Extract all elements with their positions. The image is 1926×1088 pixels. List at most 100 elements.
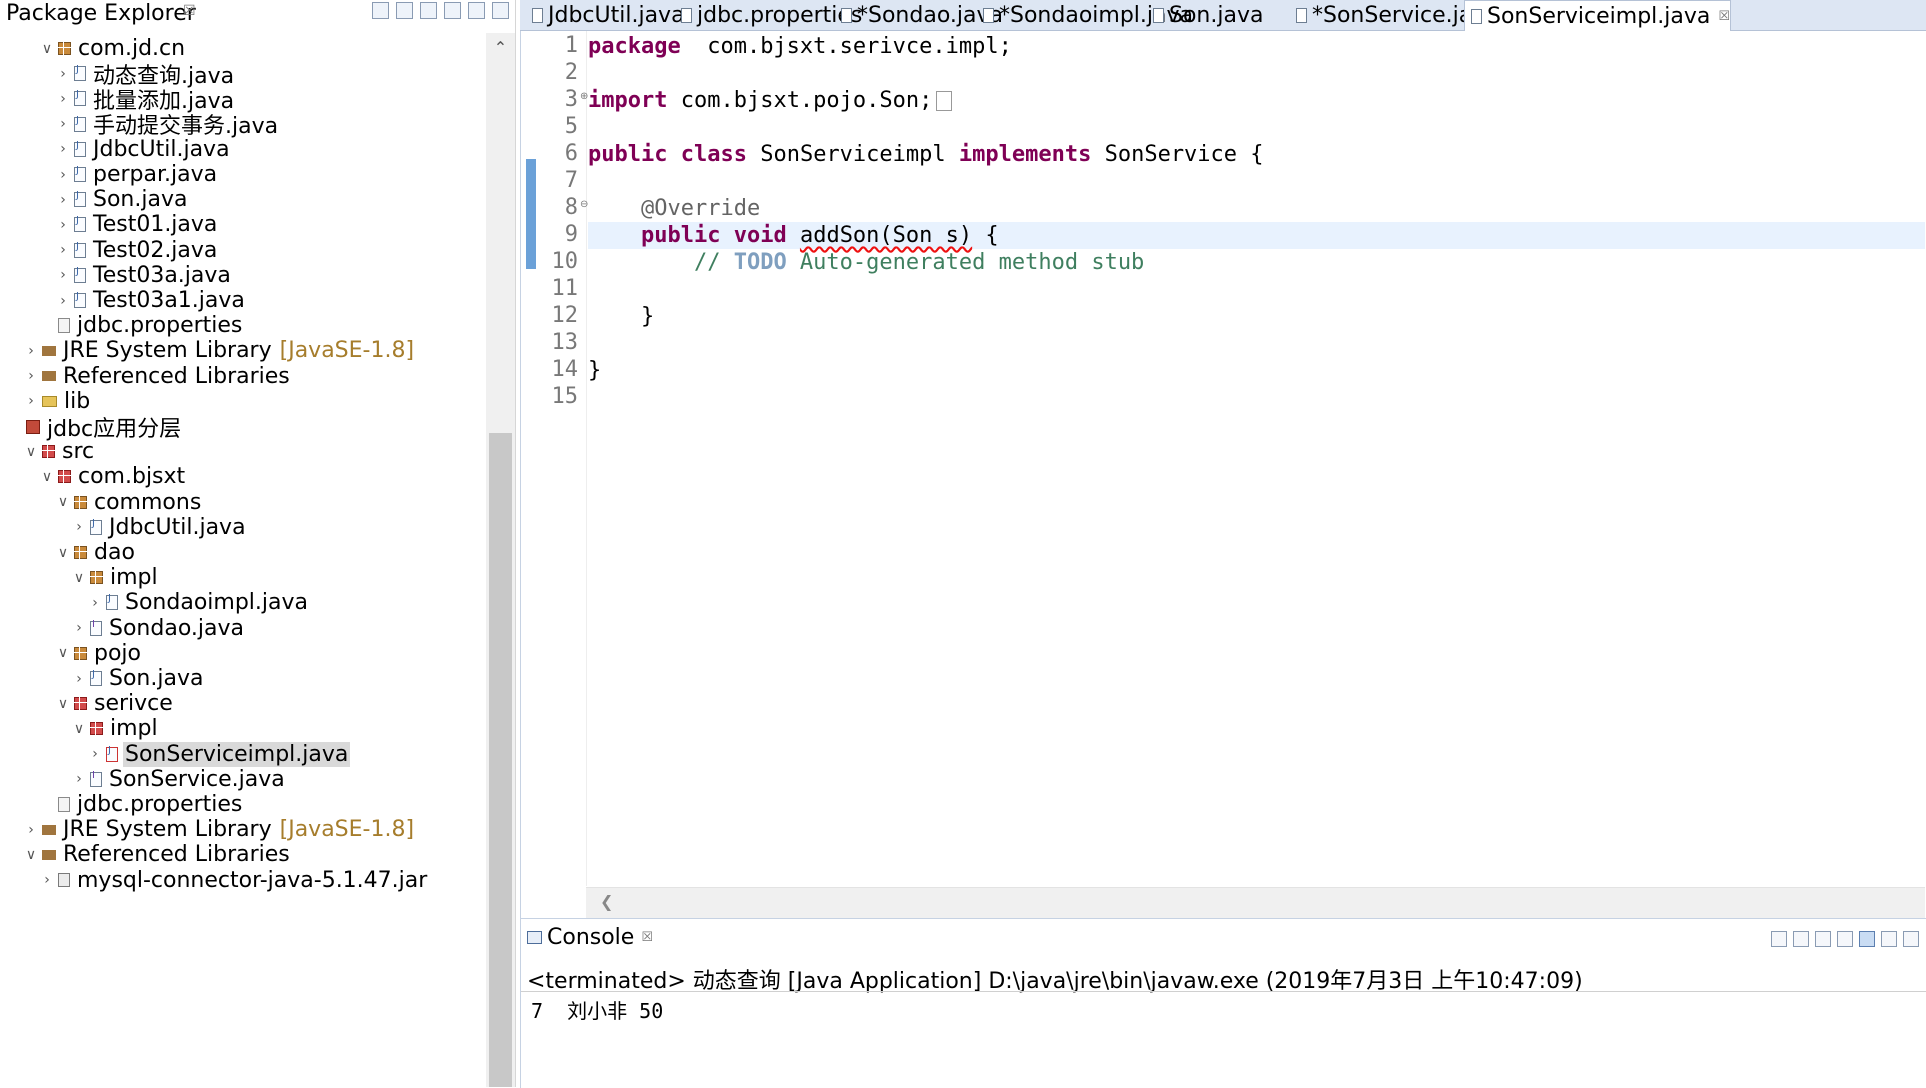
collapsed-chevron-icon[interactable]: › xyxy=(54,141,72,157)
expanded-chevron-icon[interactable]: ∨ xyxy=(22,847,40,863)
collapsed-chevron-icon[interactable]: › xyxy=(38,872,56,888)
collapsed-chevron-icon[interactable]: › xyxy=(54,116,72,132)
tree-item-label: mysql-connector-java-5.1.47.jar xyxy=(77,867,428,893)
console-view: Console ☒ <terminated> 动态查询 [Java Applic… xyxy=(520,918,1926,1088)
code-token: public xyxy=(588,142,668,167)
collapsed-chevron-icon[interactable]: › xyxy=(86,746,104,762)
collapsed-chevron-icon[interactable]: › xyxy=(54,66,72,82)
java-file-icon xyxy=(106,593,118,611)
pin-console-icon[interactable] xyxy=(1903,931,1919,947)
code-token: @Override xyxy=(601,196,761,221)
code-line[interactable] xyxy=(588,384,1925,411)
collapsed-chevron-icon[interactable]: › xyxy=(22,822,40,838)
package-error-icon xyxy=(74,697,87,711)
horizontal-scrollbar[interactable]: ❮ xyxy=(586,887,1925,918)
tree-item[interactable]: › mysql-connector-java-5.1.47.jar xyxy=(0,865,485,896)
code-line[interactable] xyxy=(588,114,1925,141)
java-interface-icon xyxy=(90,619,102,636)
code-line[interactable] xyxy=(588,276,1925,303)
java-file-icon xyxy=(532,7,543,23)
java-file-icon xyxy=(74,140,86,157)
code-line[interactable]: import com.bjsxt.pojo.Son; xyxy=(588,87,1925,114)
code-line[interactable] xyxy=(588,330,1925,357)
collapsed-chevron-icon[interactable]: › xyxy=(22,343,40,359)
java-file-icon xyxy=(1296,7,1307,23)
link-with-editor-icon[interactable] xyxy=(396,2,413,19)
maximize-icon[interactable] xyxy=(492,2,509,19)
console-output[interactable]: 7 刘小非 50 xyxy=(531,995,663,1024)
collapsed-chevron-icon[interactable]: › xyxy=(70,771,88,787)
collapsed-chevron-icon[interactable]: › xyxy=(70,671,88,687)
view-toolbar xyxy=(372,2,509,19)
expanded-chevron-icon[interactable]: ∨ xyxy=(54,696,72,712)
scroll-lock-icon[interactable] xyxy=(1859,931,1875,947)
collapsed-chevron-icon[interactable]: › xyxy=(70,620,88,636)
collapsed-chevron-icon[interactable]: › xyxy=(22,368,40,384)
package-explorer-title[interactable]: Package Explorer xyxy=(6,1,196,26)
code-line[interactable]: // TODO Auto-generated method stub xyxy=(588,249,1925,276)
scroll-left-icon[interactable]: ❮ xyxy=(600,892,613,911)
focus-icon[interactable] xyxy=(420,2,437,19)
line-number: 9 xyxy=(564,222,578,247)
close-view-icon[interactable]: ☒ xyxy=(183,3,196,19)
code-line[interactable]: public void addSon(Son s) { xyxy=(588,222,1925,249)
expanded-chevron-icon[interactable]: ∨ xyxy=(70,570,88,586)
expanded-chevron-icon[interactable]: ∨ xyxy=(38,41,56,57)
expanded-chevron-icon[interactable]: ∨ xyxy=(70,721,88,737)
code-area[interactable]: package com.bjsxt.serivce.impl; import co… xyxy=(588,31,1925,886)
collapsed-chevron-icon[interactable]: › xyxy=(54,91,72,107)
collapsed-chevron-icon[interactable]: › xyxy=(54,242,72,258)
code-token: // xyxy=(588,250,734,275)
java-file-icon xyxy=(74,190,86,208)
expanded-chevron-icon[interactable]: ∨ xyxy=(54,645,72,661)
line-number: 7 xyxy=(564,168,578,193)
code-token: Auto-generated method stub xyxy=(786,250,1145,275)
code-token: addSon(Son s) xyxy=(799,223,973,248)
java-file-icon xyxy=(90,518,102,535)
collapsed-chevron-icon[interactable]: › xyxy=(54,267,72,283)
java-file-icon xyxy=(74,266,86,283)
code-line[interactable]: package com.bjsxt.serivce.impl; xyxy=(588,33,1925,60)
word-wrap-icon[interactable] xyxy=(1881,931,1897,947)
code-editor[interactable]: 1 2 3 ⊕ 5 6 7 8 ⊖ 9 10 11 12 13 14 15 package com.bjsxt… xyxy=(520,31,1926,919)
code-line[interactable]: public class SonServiceimpl implements S… xyxy=(588,141,1925,168)
collapsed-chevron-icon[interactable]: › xyxy=(54,293,72,309)
source-folder-icon xyxy=(42,445,55,459)
vertical-scrollbar[interactable]: ⌃ xyxy=(486,33,515,1087)
console-tab[interactable]: Console ☒ xyxy=(527,925,653,950)
close-tab-icon[interactable]: ☒ xyxy=(1718,9,1730,24)
code-line[interactable]: @Override xyxy=(588,195,1925,222)
editor-tab-label: SonServiceimpl.java xyxy=(1487,3,1711,29)
collapsed-chevron-icon[interactable]: › xyxy=(70,519,88,535)
view-menu-icon[interactable] xyxy=(444,2,461,19)
minimize-icon[interactable] xyxy=(468,2,485,19)
collapsed-imports-box[interactable] xyxy=(936,91,953,111)
expanded-chevron-icon[interactable]: ∨ xyxy=(54,494,72,510)
editor-tab[interactable]: JdbcUtil.java xyxy=(526,0,685,30)
collapsed-chevron-icon[interactable]: › xyxy=(54,167,72,183)
editor-tab[interactable]: SonServiceimpl.java ☒ xyxy=(1464,0,1732,31)
expanded-chevron-icon[interactable]: ∨ xyxy=(54,545,72,561)
collapsed-chevron-icon[interactable]: › xyxy=(54,192,72,208)
code-line[interactable]: } xyxy=(588,357,1925,384)
code-line[interactable] xyxy=(588,60,1925,87)
terminate-icon[interactable] xyxy=(1771,931,1787,947)
code-line[interactable] xyxy=(588,168,1925,195)
expanded-chevron-icon[interactable]: ∨ xyxy=(22,444,40,460)
remove-launch-icon[interactable] xyxy=(1793,931,1809,947)
editor-tab[interactable]: Son.java xyxy=(1147,0,1263,30)
collapsed-chevron-icon[interactable]: › xyxy=(22,393,40,409)
clear-console-icon[interactable] xyxy=(1837,931,1853,947)
collapsed-chevron-icon[interactable]: › xyxy=(54,217,72,233)
java-file-icon xyxy=(74,89,86,107)
expanded-chevron-icon[interactable]: ∨ xyxy=(38,469,56,485)
collapse-all-icon[interactable] xyxy=(372,2,389,19)
collapsed-chevron-icon[interactable]: › xyxy=(86,595,104,611)
line-number-gutter: 1 2 3 ⊕ 5 6 7 8 ⊖ 9 10 11 12 13 14 15 xyxy=(536,31,588,886)
scrollbar-thumb[interactable] xyxy=(489,433,512,1087)
code-line[interactable]: } xyxy=(588,303,1925,330)
remove-all-terminated-icon[interactable] xyxy=(1815,931,1831,947)
scroll-up-icon[interactable]: ⌃ xyxy=(486,33,515,63)
close-console-icon[interactable]: ☒ xyxy=(641,930,653,945)
